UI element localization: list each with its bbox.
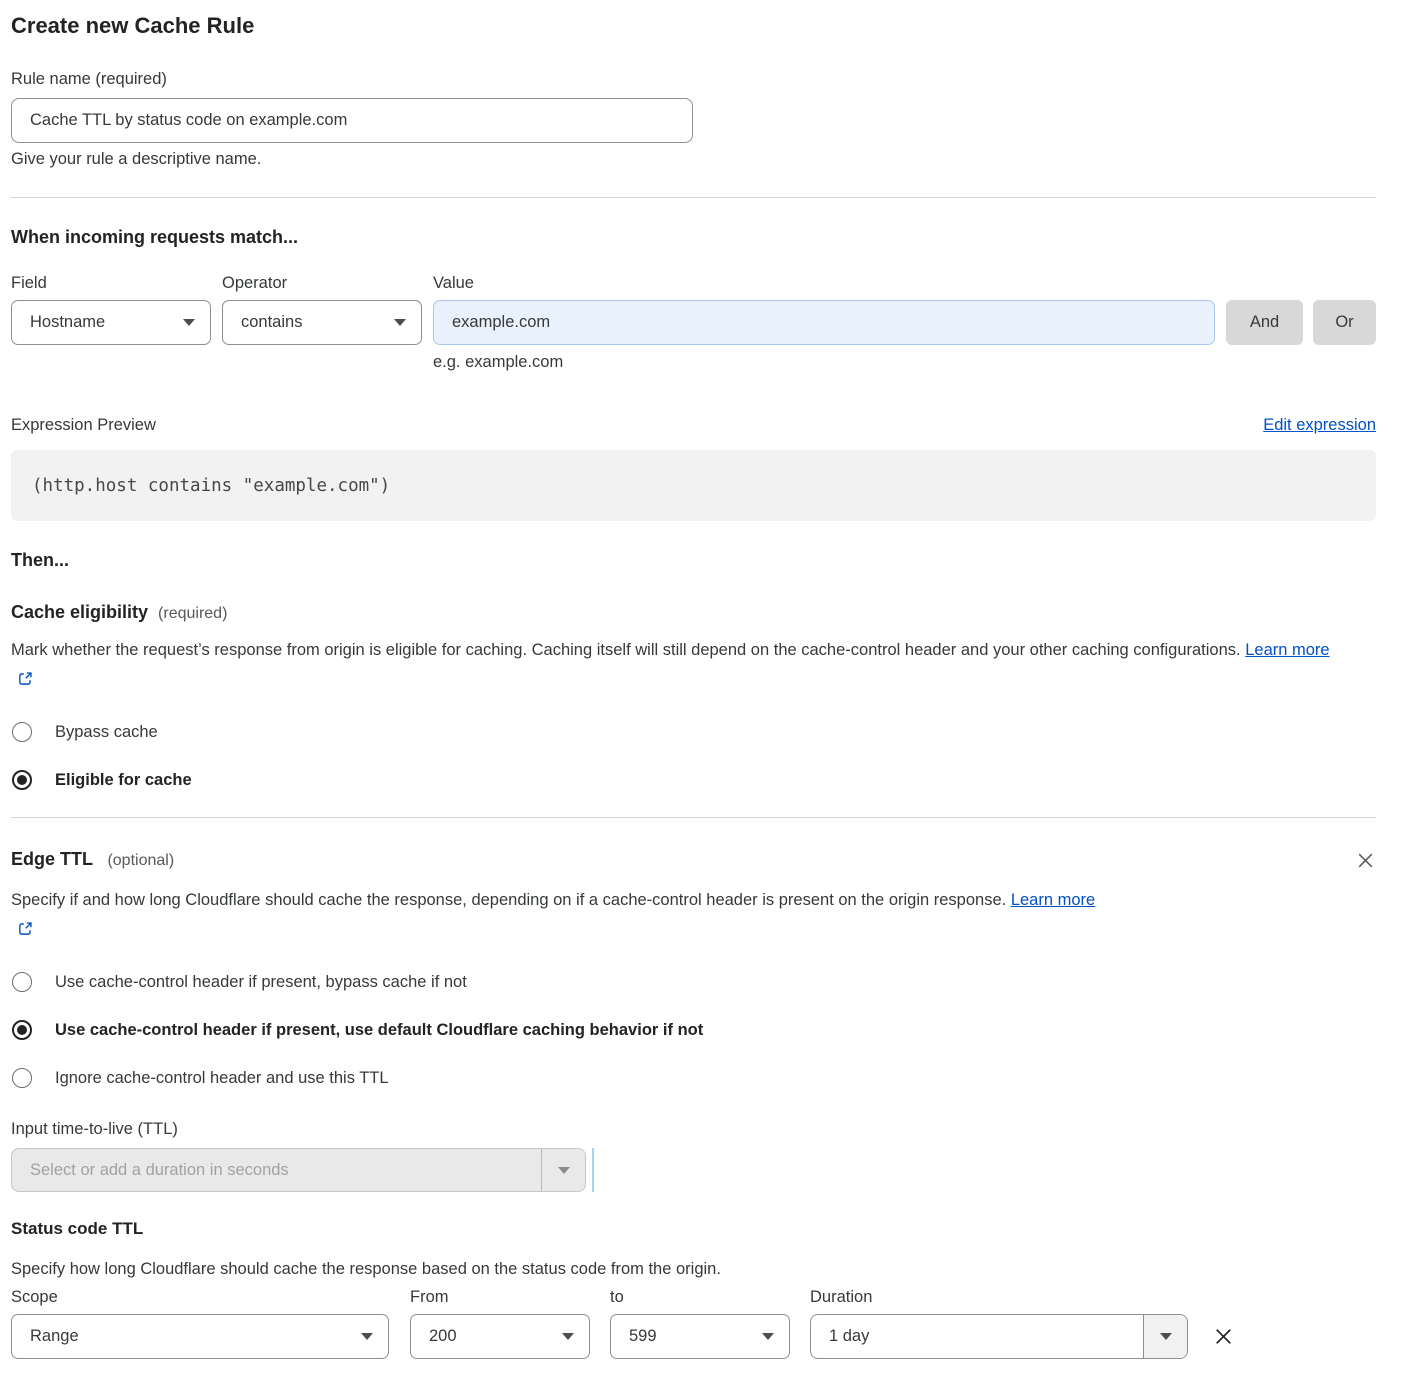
field-label: Field <box>11 274 222 293</box>
create-cache-rule-form: Create new Cache Rule Rule name (require… <box>0 0 1412 1359</box>
expression-code-block: (http.host contains "example.com") <box>11 450 1376 521</box>
page-title: Create new Cache Rule <box>11 12 1376 40</box>
from-select[interactable]: 200 <box>410 1314 590 1359</box>
scope-label: Scope <box>11 1288 410 1307</box>
edge-ttl-description: Specify if and how long Cloudflare shoul… <box>11 886 1116 944</box>
field-select[interactable]: Hostname <box>11 300 211 345</box>
learn-more-link[interactable]: Learn more <box>1245 641 1329 659</box>
operator-label: Operator <box>222 274 433 293</box>
duration-select-value: 1 day <box>811 1315 1143 1358</box>
rule-name-input[interactable] <box>11 98 693 143</box>
external-link-icon <box>18 671 33 686</box>
section-divider <box>11 817 1376 818</box>
cache-eligibility-description-text: Mark whether the request’s response from… <box>11 641 1241 659</box>
match-controls-row: Hostname contains And Or <box>11 300 1376 345</box>
edge-ttl-heading-row: Edge TTL (optional) <box>11 848 1376 874</box>
ttl-input-label: Input time-to-live (TTL) <box>11 1120 1376 1139</box>
chevron-down-icon <box>361 1333 373 1340</box>
radio-option-label: Use cache-control header if present, use… <box>55 1020 703 1040</box>
match-heading: When incoming requests match... <box>11 226 1376 248</box>
ttl-duration-placeholder: Select or add a duration in seconds <box>12 1149 541 1191</box>
cache-eligibility-description: Mark whether the request’s response from… <box>11 636 1351 694</box>
expression-preview-label: Expression Preview <box>11 416 156 435</box>
chevron-down-icon <box>1160 1333 1172 1340</box>
operator-select-value: contains <box>241 313 302 332</box>
scope-select-value: Range <box>30 1327 79 1346</box>
radio-option-use-header-default[interactable]: Use cache-control header if present, use… <box>11 1020 1376 1040</box>
then-heading: Then... <box>11 549 1376 571</box>
ttl-duration-dropdown-button[interactable] <box>541 1149 585 1191</box>
rule-name-label: Rule name (required) <box>11 70 1376 89</box>
chevron-down-icon <box>562 1333 574 1340</box>
chevron-down-icon <box>183 319 195 326</box>
or-button[interactable]: Or <box>1313 300 1376 345</box>
edge-ttl-heading: Edge TTL <box>11 849 93 869</box>
value-input[interactable] <box>433 300 1215 345</box>
radio-option-label: Bypass cache <box>55 722 158 742</box>
ttl-input-row: Select or add a duration in seconds <box>11 1139 1376 1192</box>
edge-ttl-description-text: Specify if and how long Cloudflare shoul… <box>11 891 1006 909</box>
radio-icon[interactable] <box>12 1020 32 1040</box>
value-help: e.g. example.com <box>433 353 1376 372</box>
radio-option-ignore-header[interactable]: Ignore cache-control header and use this… <box>11 1068 1376 1088</box>
to-select-value: 599 <box>629 1327 657 1346</box>
radio-option-label: Eligible for cache <box>55 770 192 790</box>
duration-select[interactable]: 1 day <box>810 1314 1188 1359</box>
cache-eligibility-heading: Cache eligibility <box>11 601 148 623</box>
radio-option-eligible-for-cache[interactable]: Eligible for cache <box>11 770 1376 790</box>
radio-option-label: Use cache-control header if present, byp… <box>55 972 467 992</box>
to-select[interactable]: 599 <box>610 1314 790 1359</box>
edit-expression-link[interactable]: Edit expression <box>1263 416 1376 435</box>
chevron-down-icon <box>394 319 406 326</box>
remove-row-icon[interactable] <box>1212 1325 1235 1348</box>
expression-code: (http.host contains "example.com") <box>11 476 390 496</box>
external-link-icon <box>18 921 33 936</box>
required-tag: (required) <box>158 605 227 623</box>
status-code-ttl-heading: Status code TTL <box>11 1218 1376 1239</box>
radio-icon[interactable] <box>12 722 32 742</box>
duration-label: Duration <box>810 1288 872 1307</box>
from-label: From <box>410 1288 610 1307</box>
status-controls-row: Range 200 599 1 day <box>11 1314 1376 1359</box>
cache-eligibility-heading-row: Cache eligibility (required) <box>11 601 1376 623</box>
learn-more-link[interactable]: Learn more <box>1011 891 1095 909</box>
scope-select[interactable]: Range <box>11 1314 389 1359</box>
radio-option-label: Ignore cache-control header and use this… <box>55 1068 389 1088</box>
value-label: Value <box>433 274 474 293</box>
radio-icon[interactable] <box>12 770 32 790</box>
radio-icon[interactable] <box>12 1068 32 1088</box>
to-label: to <box>610 1288 810 1307</box>
radio-option-bypass-cache[interactable]: Bypass cache <box>11 722 1376 742</box>
status-code-ttl-description: Specify how long Cloudflare should cache… <box>11 1259 1376 1279</box>
radio-option-use-header-bypass[interactable]: Use cache-control header if present, byp… <box>11 972 1376 992</box>
cursor-divider <box>592 1148 594 1192</box>
match-column-labels: Field Operator Value <box>11 274 1376 293</box>
chevron-down-icon <box>558 1167 570 1174</box>
from-select-value: 200 <box>429 1327 457 1346</box>
edge-ttl-heading-group: Edge TTL (optional) <box>11 848 174 870</box>
close-icon[interactable] <box>1355 850 1376 874</box>
and-button[interactable]: And <box>1226 300 1303 345</box>
radio-icon[interactable] <box>12 972 32 992</box>
duration-dropdown-button[interactable] <box>1143 1315 1187 1358</box>
operator-select[interactable]: contains <box>222 300 422 345</box>
ttl-duration-select[interactable]: Select or add a duration in seconds <box>11 1148 586 1192</box>
section-divider <box>11 197 1376 198</box>
field-select-value: Hostname <box>30 313 105 332</box>
chevron-down-icon <box>762 1333 774 1340</box>
rule-name-help: Give your rule a descriptive name. <box>11 150 1376 169</box>
status-column-labels: Scope From to Duration <box>11 1288 1376 1307</box>
expression-preview-row: Expression Preview Edit expression <box>11 416 1376 435</box>
optional-tag: (optional) <box>107 852 174 869</box>
